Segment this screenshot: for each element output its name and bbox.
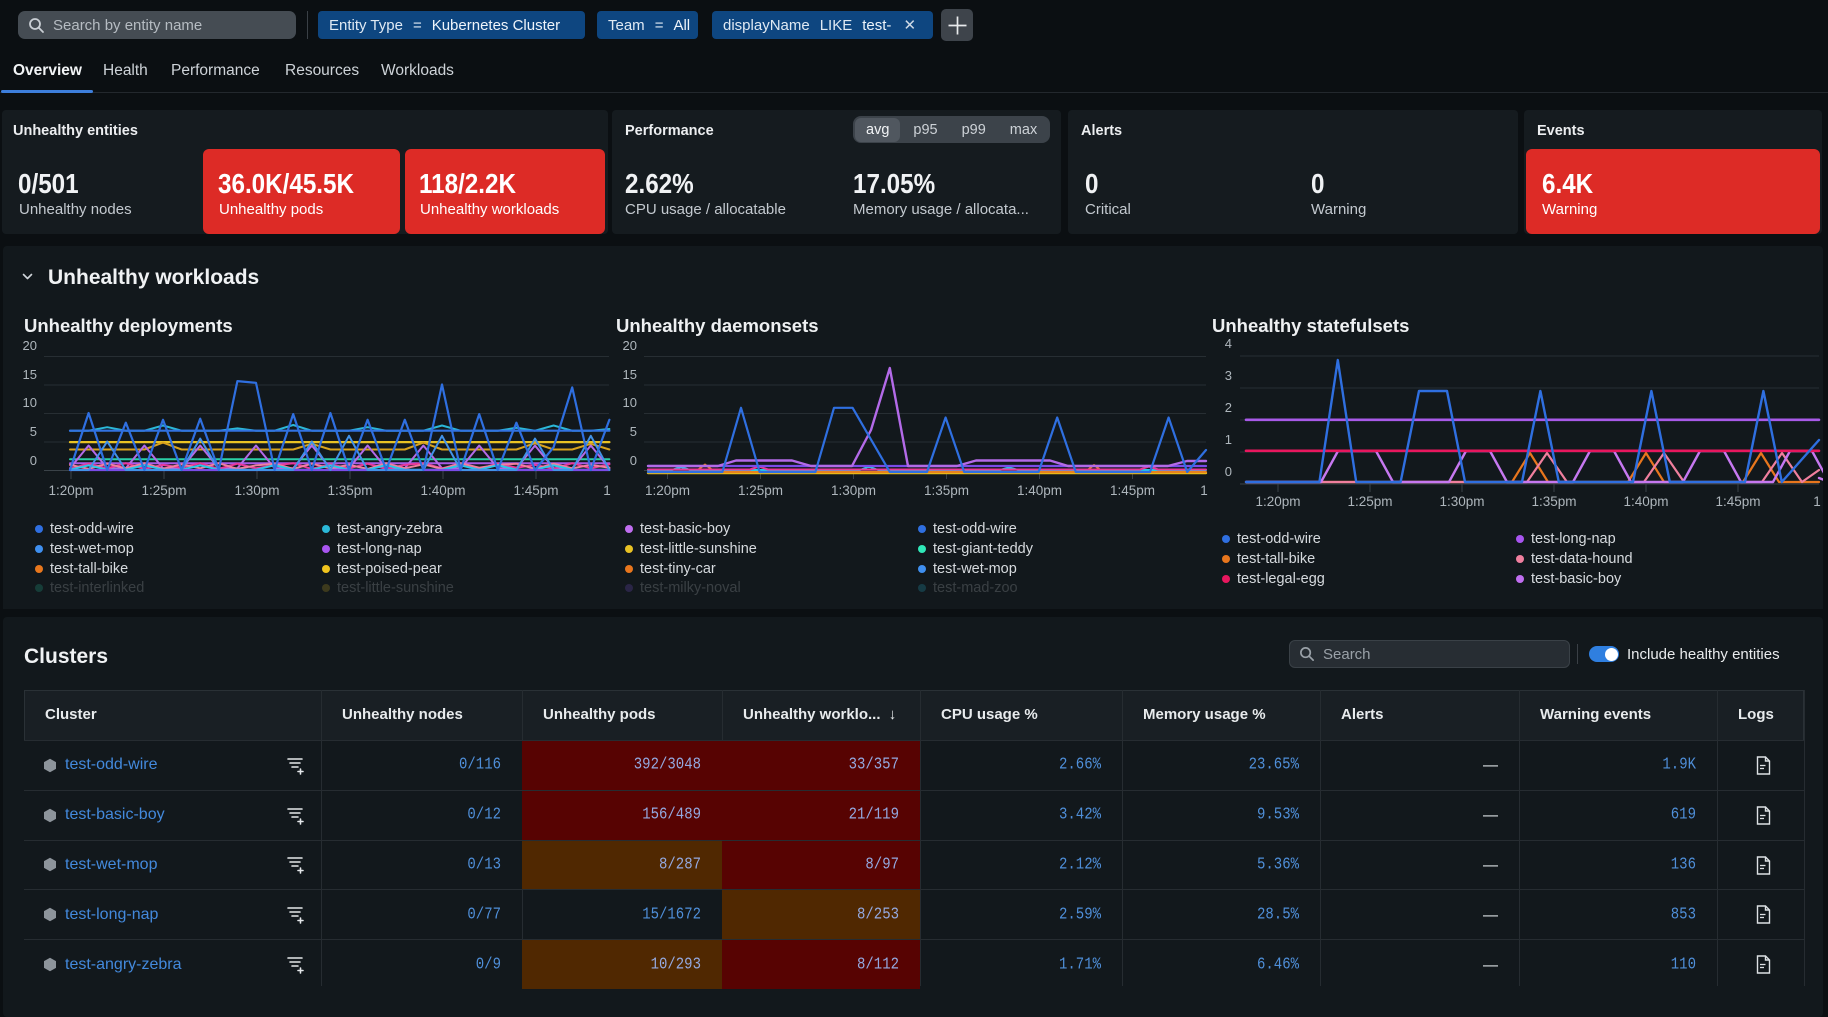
svg-text:4: 4 <box>1225 336 1232 351</box>
svg-text:1:30pm: 1:30pm <box>234 483 279 498</box>
svg-text:10: 10 <box>23 395 37 410</box>
svg-text:1:35pm: 1:35pm <box>924 483 969 498</box>
svg-text:1:30pm: 1:30pm <box>1439 494 1484 509</box>
svg-text:20: 20 <box>623 338 637 353</box>
svg-text:1:25pm: 1:25pm <box>141 483 186 498</box>
svg-text:1:25pm: 1:25pm <box>1347 494 1392 509</box>
svg-text:5: 5 <box>30 424 37 439</box>
svg-text:1: 1 <box>603 483 611 498</box>
svg-text:15: 15 <box>623 367 637 382</box>
svg-text:1:40pm: 1:40pm <box>1623 494 1668 509</box>
svg-text:1:20pm: 1:20pm <box>1255 494 1300 509</box>
svg-text:1:40pm: 1:40pm <box>1017 483 1062 498</box>
svg-text:0: 0 <box>630 453 637 468</box>
svg-text:3: 3 <box>1225 368 1232 383</box>
svg-text:1: 1 <box>1200 483 1208 498</box>
svg-text:15: 15 <box>23 367 37 382</box>
svg-text:1:30pm: 1:30pm <box>831 483 876 498</box>
svg-text:1:25pm: 1:25pm <box>738 483 783 498</box>
svg-text:1:40pm: 1:40pm <box>420 483 465 498</box>
svg-text:10: 10 <box>623 395 637 410</box>
svg-text:2: 2 <box>1225 400 1232 415</box>
svg-text:0: 0 <box>30 453 37 468</box>
svg-text:1:20pm: 1:20pm <box>48 483 93 498</box>
svg-text:1:35pm: 1:35pm <box>327 483 372 498</box>
svg-text:1:45pm: 1:45pm <box>1110 483 1155 498</box>
svg-text:0: 0 <box>1225 464 1232 479</box>
svg-text:1: 1 <box>1813 494 1821 509</box>
svg-text:20: 20 <box>23 338 37 353</box>
svg-text:1:45pm: 1:45pm <box>513 483 558 498</box>
svg-text:1: 1 <box>1225 432 1232 447</box>
svg-text:1:35pm: 1:35pm <box>1531 494 1576 509</box>
svg-text:1:20pm: 1:20pm <box>645 483 690 498</box>
svg-text:1:45pm: 1:45pm <box>1715 494 1760 509</box>
svg-text:5: 5 <box>630 424 637 439</box>
